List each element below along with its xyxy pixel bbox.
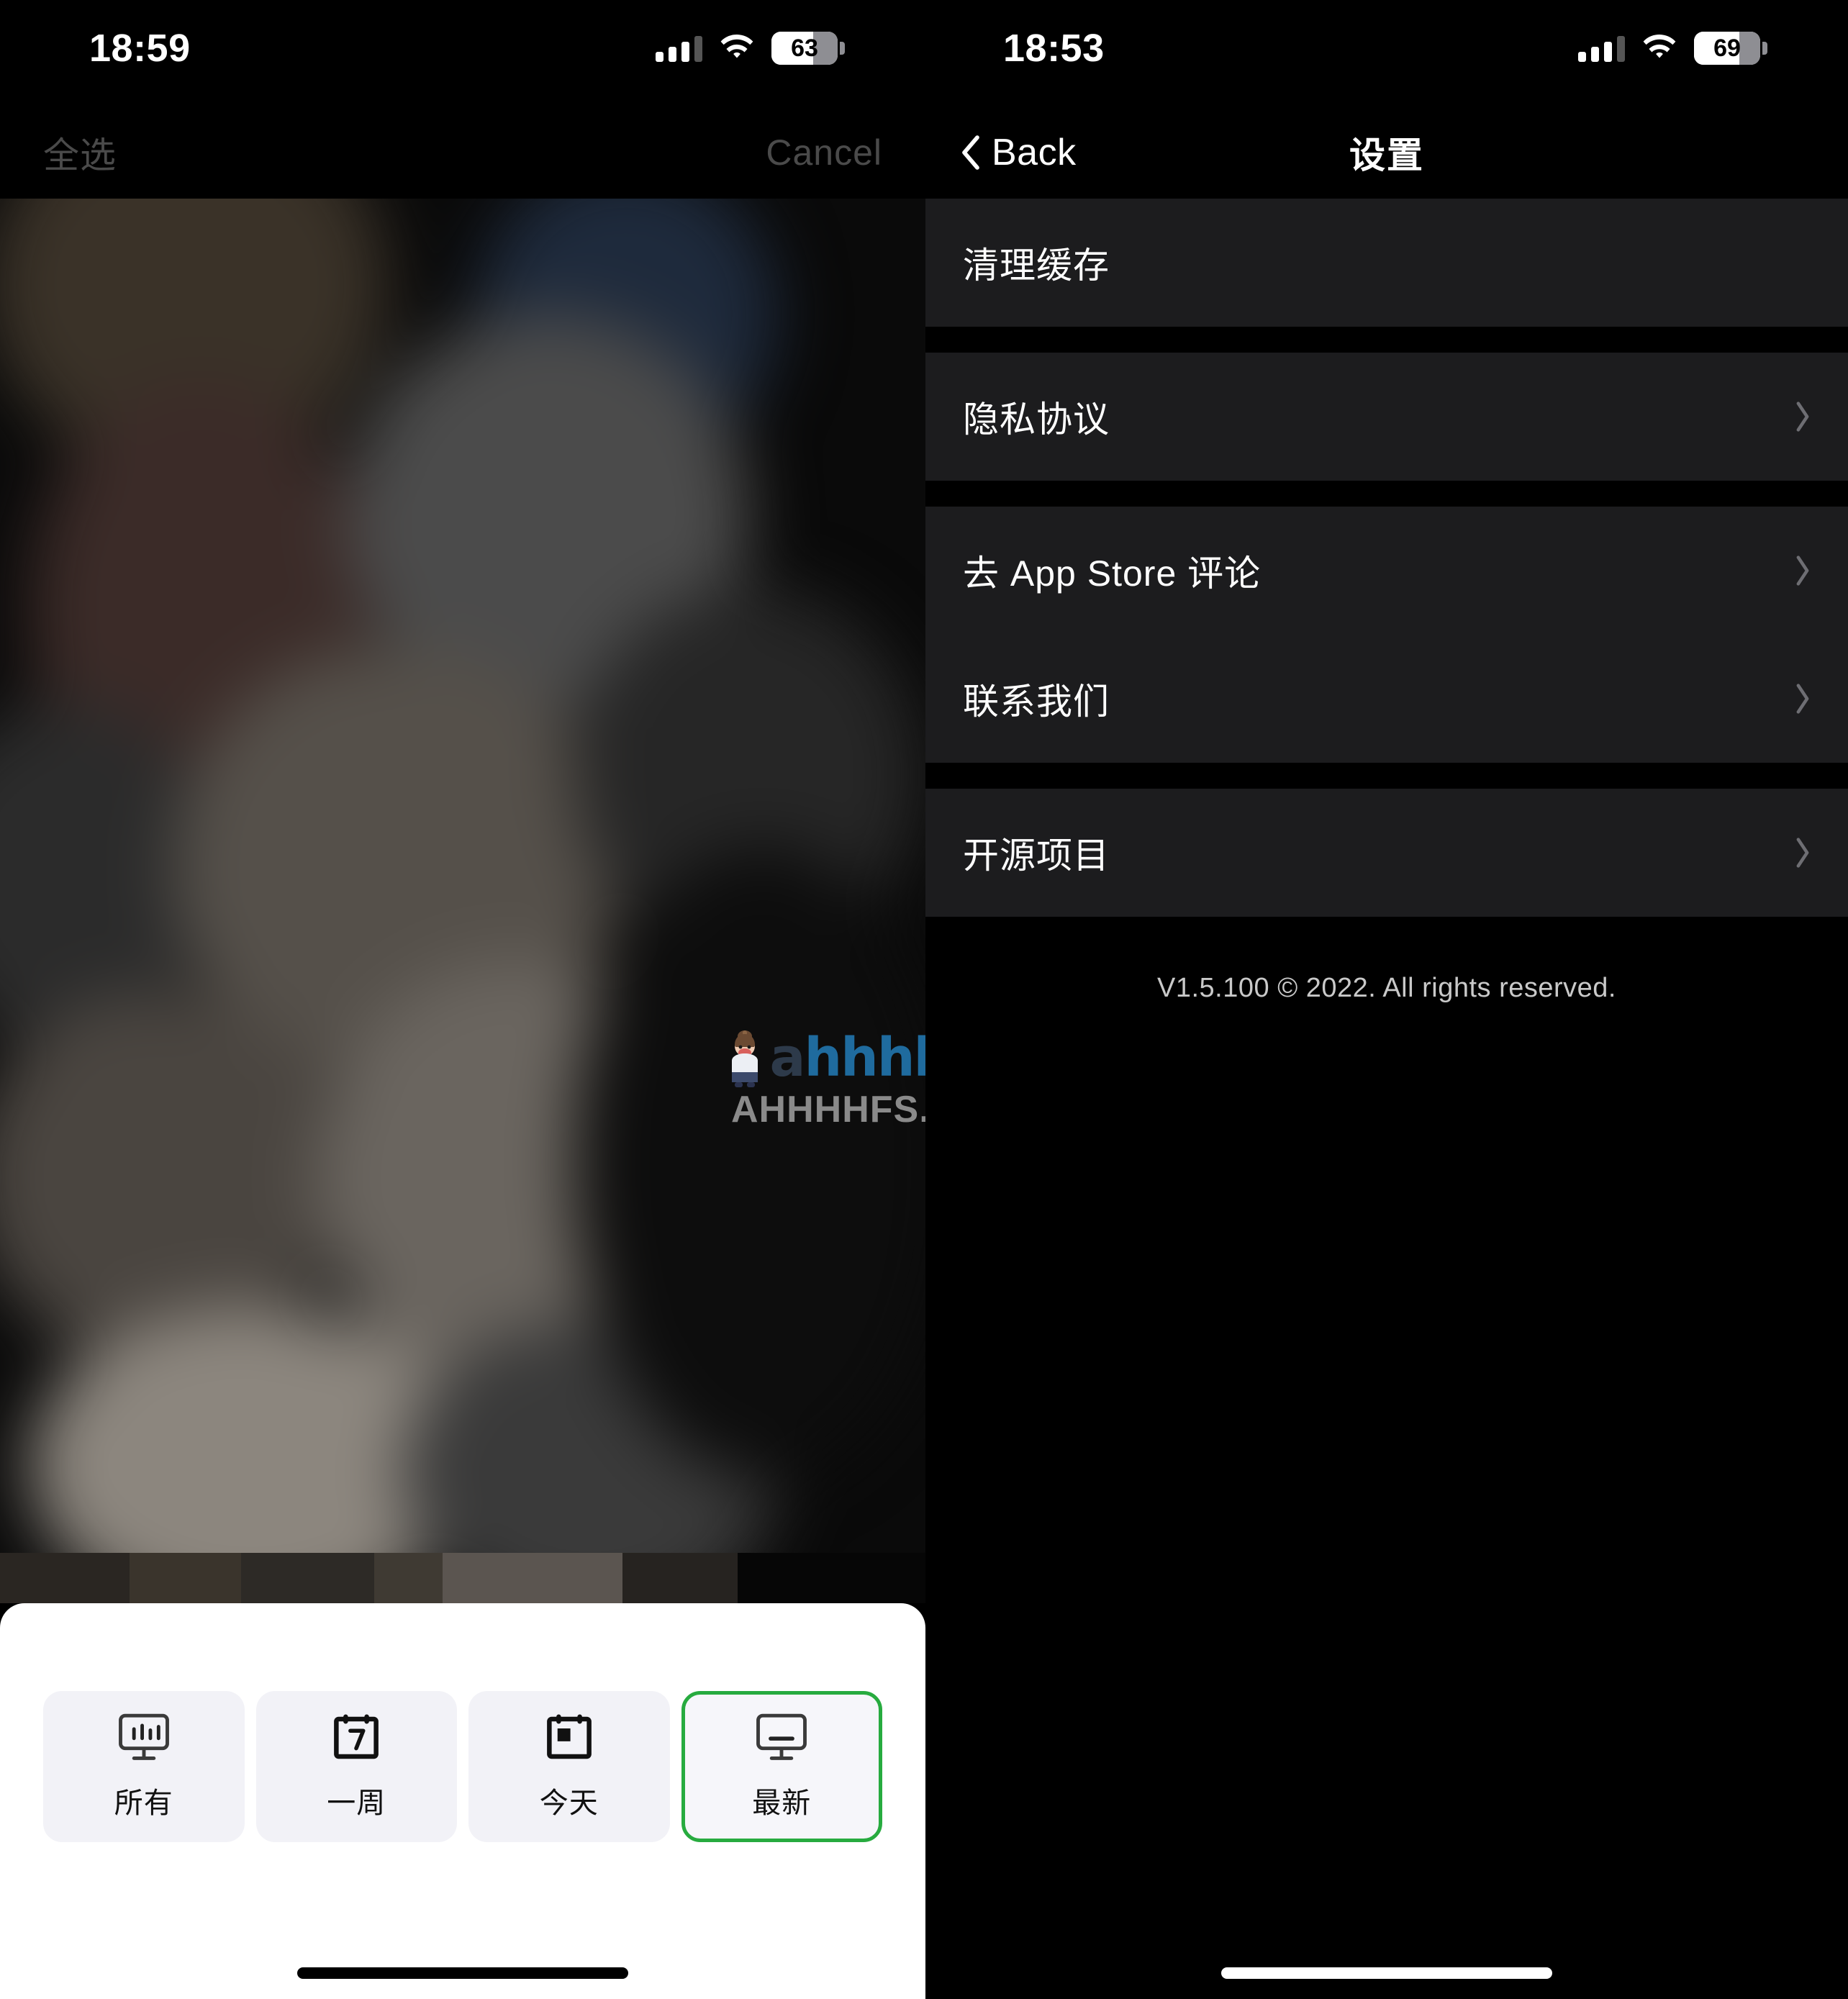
filter-week-button[interactable]: 一周 <box>255 1691 457 1842</box>
right-nav-bar: Back 设置 <box>925 106 1848 199</box>
filter-button-row: 所有 一周 今天 最新 <box>0 1603 925 1842</box>
version-text: V1.5.100 © 2022. All rights reserved. <box>1157 973 1616 1003</box>
settings-group: 隐私协议 <box>925 353 1848 481</box>
battery-percent: 63 <box>791 35 818 62</box>
battery-percent: 69 <box>1713 35 1741 62</box>
left-status-time: 18:59 <box>89 27 191 70</box>
monitor-chart-icon <box>118 1713 169 1760</box>
settings-row-clear-cache[interactable]: 清理缓存 <box>925 199 1848 327</box>
section-gap <box>925 763 1848 789</box>
cellular-signal-icon <box>656 35 702 62</box>
settings-row-label: 去 App Store 评论 <box>963 553 1262 594</box>
cancel-button[interactable]: Cancel <box>766 132 882 173</box>
filter-latest-button[interactable]: 最新 <box>681 1691 882 1842</box>
cellular-signal-icon <box>1578 35 1625 62</box>
wifi-icon <box>1643 35 1676 58</box>
settings-row-contact-us[interactable]: 联系我们 <box>925 635 1848 763</box>
settings-row-label: 隐私协议 <box>963 399 1110 440</box>
filter-today-label: 今天 <box>539 1787 599 1819</box>
filter-all-label: 所有 <box>114 1787 173 1819</box>
filter-all-button[interactable]: 所有 <box>43 1691 245 1842</box>
settings-row-app-store-review[interactable]: 去 App Store 评论 <box>925 507 1848 635</box>
right-status-indicators: 69 <box>1578 32 1767 65</box>
left-nav-bar: 全选 Cancel <box>0 106 925 199</box>
wifi-icon <box>720 35 753 58</box>
left-phone-screen: 18:59 63 全选 Cancel ahhh AHHHHFS. 所有 一周 今… <box>0 0 925 1999</box>
settings-group: 清理缓存 <box>925 199 1848 327</box>
chevron-right-icon <box>1796 402 1809 432</box>
home-indicator[interactable] <box>297 1967 628 1979</box>
chevron-right-icon <box>1796 556 1809 586</box>
calendar-today-icon <box>546 1714 592 1759</box>
calendar-7-icon <box>334 1714 379 1759</box>
settings-group: 开源项目 <box>925 789 1848 917</box>
settings-row-label: 开源项目 <box>963 835 1110 876</box>
section-gap <box>925 327 1848 353</box>
right-status-bar: 18:53 69 <box>925 0 1848 106</box>
right-phone-screen: 18:53 69 Back 设置 清理缓存 隐私协议 去 App Store 评… <box>925 0 1848 1999</box>
battery-icon: 69 <box>1694 32 1767 65</box>
select-all-button[interactable]: 全选 <box>43 127 117 178</box>
filter-today-button[interactable]: 今天 <box>468 1691 670 1842</box>
settings-row-label: 清理缓存 <box>963 245 1110 286</box>
settings-group: 去 App Store 评论 联系我们 <box>925 507 1848 763</box>
monitor-latest-icon <box>756 1713 807 1760</box>
home-indicator[interactable] <box>1221 1967 1552 1979</box>
left-status-indicators: 63 <box>656 32 845 65</box>
settings-row-open-source[interactable]: 开源项目 <box>925 789 1848 917</box>
battery-icon: 63 <box>771 32 845 65</box>
filter-latest-label: 最新 <box>752 1787 812 1819</box>
section-gap <box>925 481 1848 507</box>
settings-list: 清理缓存 隐私协议 去 App Store 评论 联系我们 开源项目 V1.5.… <box>925 199 1848 1004</box>
dual-phone-screenshot: 18:59 63 全选 Cancel ahhh AHHHHFS. 所有 一周 今… <box>0 0 1848 1999</box>
chevron-right-icon <box>1796 684 1809 714</box>
settings-row-label: 联系我们 <box>963 681 1110 722</box>
left-status-bar: 18:59 63 <box>0 0 925 106</box>
blurred-photo-grid[interactable] <box>0 199 925 1603</box>
photo-strip-row <box>0 1553 925 1603</box>
filter-week-label: 一周 <box>327 1787 386 1819</box>
blur-layer <box>0 199 925 1603</box>
right-status-time: 18:53 <box>1003 27 1105 70</box>
page-title: 设置 <box>1349 135 1424 176</box>
filter-bottom-sheet: 所有 一周 今天 最新 <box>0 1603 925 1999</box>
chevron-right-icon <box>1796 838 1809 868</box>
settings-row-privacy-policy[interactable]: 隐私协议 <box>925 353 1848 481</box>
